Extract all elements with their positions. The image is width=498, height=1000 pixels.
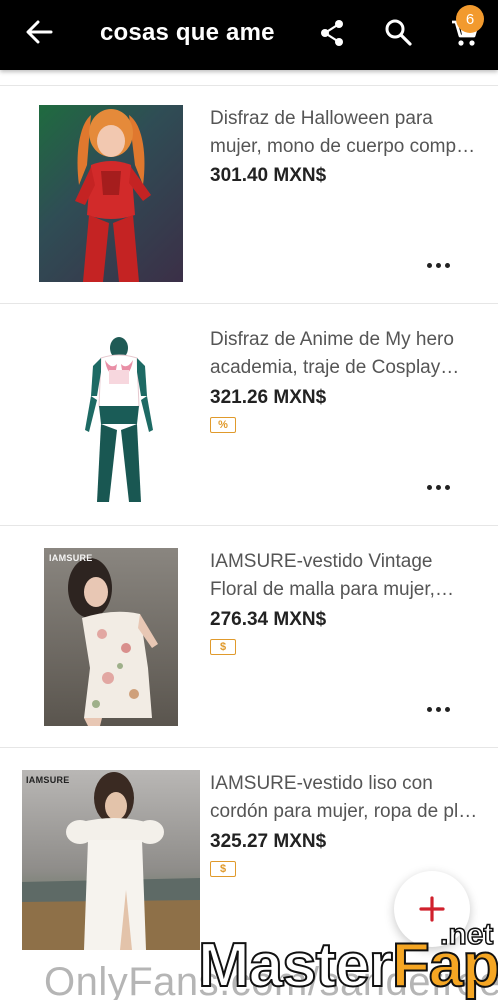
product-image[interactable] (44, 548, 178, 726)
more-options-icon[interactable] (420, 699, 456, 719)
brand-logo: IAMSURE (26, 775, 70, 785)
list-item: Disfraz de Halloween para mujer, mono de… (0, 86, 498, 304)
product-price: 301.40 MXN$ (210, 165, 327, 186)
more-options-icon[interactable] (420, 477, 456, 497)
product-price: 325.27 MXN$ (210, 831, 327, 852)
more-options-icon[interactable] (420, 255, 456, 275)
brand-logo: IAMSURE (49, 553, 93, 563)
product-title[interactable]: IAMSURE-vestido Vintage Floral de malla … (210, 548, 480, 604)
back-arrow-icon[interactable] (22, 14, 56, 50)
discount-badge: % (210, 417, 236, 433)
product-image[interactable] (39, 326, 195, 506)
coupon-badge: $ (210, 861, 236, 877)
product-title[interactable]: Disfraz de Anime de My hero academia, tr… (210, 326, 480, 382)
watermark-logo-a: Master (197, 930, 394, 1000)
product-title[interactable]: Disfraz de Halloween para mujer, mono de… (210, 105, 480, 161)
list-item: Disfraz de Anime de My hero academia, tr… (0, 304, 498, 526)
product-image[interactable] (22, 770, 200, 950)
product-title[interactable]: IAMSURE-vestido liso con cordón para muj… (210, 770, 480, 826)
product-price: 276.34 MXN$ (210, 609, 327, 630)
list-item: IAMSURE IAMSURE-vestido Vintage Floral d… (0, 526, 498, 748)
search-icon[interactable] (380, 14, 416, 50)
cart-count-badge: 6 (456, 5, 484, 33)
watermark-net: .net (439, 917, 494, 952)
page-title: cosas que ame (100, 19, 275, 46)
app-bar: cosas que ame 6 (0, 0, 498, 70)
share-icon[interactable] (315, 16, 349, 50)
coupon-badge: $ (210, 639, 236, 655)
product-image[interactable] (39, 105, 183, 282)
product-price: 321.26 MXN$ (210, 387, 327, 408)
